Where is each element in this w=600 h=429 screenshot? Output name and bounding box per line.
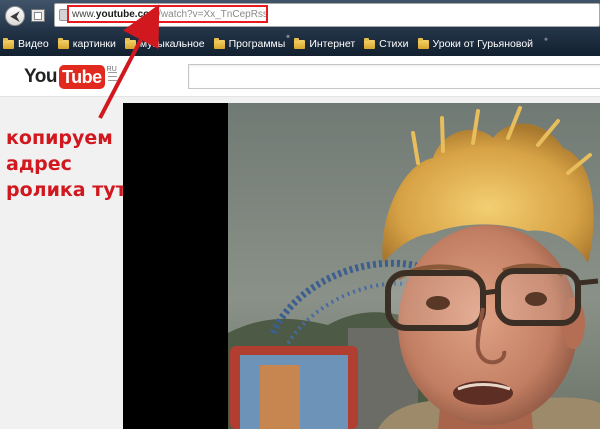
annotation-line: ролика тут — [6, 179, 127, 201]
bookmark-label: Программы — [228, 38, 286, 50]
address-bar[interactable]: www.youtube.com/watch?v=Xx_TnCepRss — [54, 3, 600, 27]
guide-menu-icon[interactable] — [108, 72, 117, 81]
bookmark-label: картинки — [72, 38, 116, 50]
folder-icon — [3, 37, 14, 49]
logo-you-text: You — [24, 66, 57, 87]
folder-icon — [417, 37, 429, 49]
bookmark-music[interactable]: музыкальное — [124, 37, 205, 50]
folder-icon — [57, 37, 69, 49]
annotation-text: копируем адрес ролика тут — [6, 125, 127, 203]
bookmark-label: Стихи — [379, 38, 409, 50]
folder-icon — [364, 37, 376, 49]
video-player[interactable] — [123, 103, 600, 429]
navigation-row: ⮜ www.youtube.com/watch?v=Xx_TnCepRss — [0, 0, 600, 32]
bookmark-label: Видео — [18, 38, 49, 50]
bookmarks-bar: Видео картинки музыкальное Программы Инт… — [0, 34, 600, 54]
logo-tube-text: Tube — [58, 65, 105, 89]
folder-icon — [294, 37, 306, 49]
back-button[interactable]: ⮜ — [5, 6, 25, 26]
film-still-image — [228, 103, 600, 429]
search-input[interactable] — [188, 64, 600, 89]
youtube-logo[interactable]: You Tube RU — [24, 65, 117, 89]
bookmark-label: Интернет — [309, 38, 356, 50]
folder-icon — [213, 37, 225, 49]
browser-toolbar: ⮜ www.youtube.com/watch?v=Xx_TnCepRss Ви… — [0, 0, 600, 56]
bookmark-label: музыкальное — [139, 38, 205, 50]
url-highlight-box — [67, 5, 268, 23]
annotation-line: копируем — [6, 127, 113, 149]
bookmark-lessons[interactable]: Уроки от Гурьяновой — [417, 37, 534, 50]
bookmark-programs[interactable]: Программы — [213, 37, 286, 50]
folder-icon — [124, 37, 136, 49]
apps-icon[interactable] — [31, 9, 45, 22]
bookmark-pictures[interactable]: картинки — [57, 37, 116, 50]
video-frame — [228, 103, 600, 429]
bookmark-internet[interactable]: Интернет — [294, 37, 356, 50]
back-arrow-icon: ⮜ — [10, 8, 20, 23]
bookmark-label: Уроки от Гурьяновой — [432, 38, 534, 50]
bookmark-poems[interactable]: Стихи — [364, 37, 409, 50]
annotation-line: адрес — [6, 153, 72, 175]
bookmark-video[interactable]: Видео — [3, 37, 49, 50]
youtube-header: You Tube RU — [0, 56, 600, 97]
